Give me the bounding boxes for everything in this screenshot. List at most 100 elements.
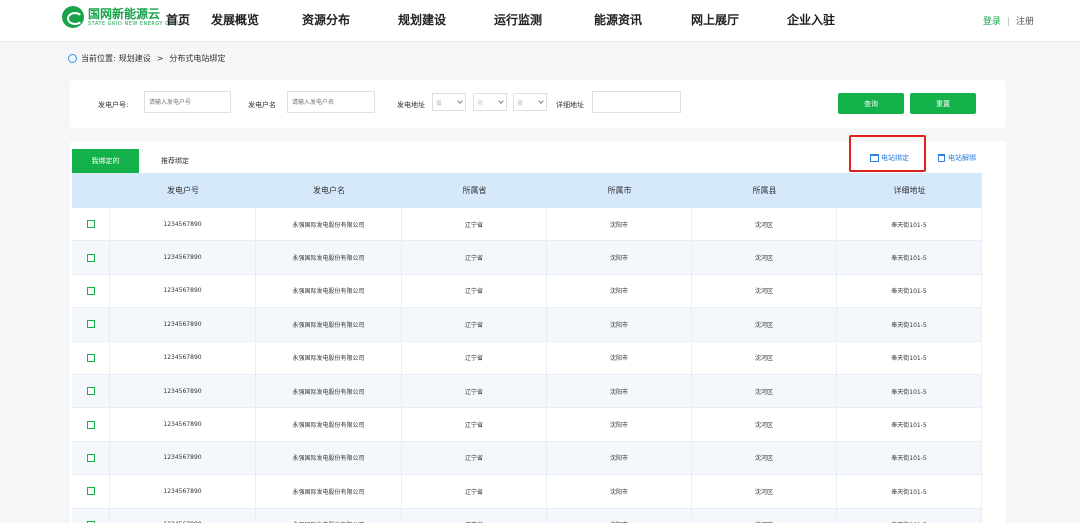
account-name-input[interactable] xyxy=(287,91,375,113)
row-checkbox[interactable] xyxy=(86,286,95,295)
row-checkbox[interactable] xyxy=(86,320,95,329)
account-name-label: 发电户名 xyxy=(248,101,276,109)
cell-city: 沈阳市 xyxy=(547,508,692,523)
cell-account-no: 1234567890 xyxy=(110,508,256,523)
register-link[interactable]: 注册 xyxy=(1016,17,1034,27)
cell-account-name: 永强国际发电股份有限公司 xyxy=(256,408,402,441)
cell-account-no: 1234567890 xyxy=(110,241,256,274)
bind-station-label: 电站绑定 xyxy=(881,154,909,162)
row-checkbox[interactable] xyxy=(86,353,95,362)
tab-bound[interactable]: 我绑定的 xyxy=(72,149,139,173)
table-row[interactable]: 1234567890永强国际发电股份有限公司辽宁省沈阳市沈河区奉天街101-5 xyxy=(72,308,982,342)
table-row[interactable]: 1234567890永强国际发电股份有限公司辽宁省沈阳市沈河区奉天街101-5 xyxy=(72,341,982,375)
cell-detail-address: 奉天街101-5 xyxy=(837,241,982,274)
nav-resources[interactable]: 资源分布 xyxy=(302,11,350,28)
cell-province: 辽宁省 xyxy=(402,208,547,241)
cell-city: 沈阳市 xyxy=(547,441,692,475)
cell-account-name: 永强国际发电股份有限公司 xyxy=(256,274,402,308)
auth-links: 登录 | 注册 xyxy=(983,14,1034,27)
row-checkbox[interactable] xyxy=(86,420,95,429)
cell-account-no: 1234567890 xyxy=(110,308,256,341)
nav-news[interactable]: 能源资讯 xyxy=(594,11,642,28)
county-select[interactable]: 县 xyxy=(513,93,547,111)
calendar-icon xyxy=(870,154,879,162)
detail-address-input[interactable] xyxy=(592,91,681,113)
cell-account-name: 永强国际发电股份有限公司 xyxy=(256,208,402,241)
cell-city: 沈阳市 xyxy=(547,341,692,374)
logo-icon xyxy=(62,6,84,28)
unbind-station-button[interactable]: 电站解绑 xyxy=(938,153,976,163)
city-placeholder: 市 xyxy=(477,99,484,107)
checkbox-cell xyxy=(72,475,110,508)
row-checkbox[interactable] xyxy=(86,487,95,496)
checkbox-cell xyxy=(72,274,110,308)
cell-province: 辽宁省 xyxy=(402,341,547,374)
nav-overview[interactable]: 发展概览 xyxy=(211,11,259,28)
cell-detail-address: 奉天街101-5 xyxy=(837,508,982,523)
header-account-name: 发电户名 xyxy=(313,186,345,195)
checkbox-cell xyxy=(72,308,110,341)
cell-account-no: 1234567890 xyxy=(110,408,256,441)
trash-icon xyxy=(938,154,945,162)
table-header: 发电户号 发电户名 所属省 所属市 所属县 详细地址 xyxy=(72,173,982,208)
query-button[interactable]: 查询 xyxy=(838,93,904,114)
header-city: 所属市 xyxy=(607,186,632,195)
tab-recommended[interactable]: 推荐绑定 xyxy=(150,149,200,173)
province-select[interactable]: 省 xyxy=(432,93,466,111)
cell-account-no: 1234567890 xyxy=(110,374,256,408)
auth-separator: | xyxy=(1006,17,1010,27)
row-checkbox[interactable] xyxy=(86,220,95,229)
breadcrumb-arrow: > xyxy=(156,54,164,63)
bind-station-button[interactable]: 电站绑定 xyxy=(870,153,909,163)
cell-account-name: 永强国际发电股份有限公司 xyxy=(256,475,402,508)
cell-province: 辽宁省 xyxy=(402,274,547,308)
row-checkbox[interactable] xyxy=(86,253,95,262)
top-header: 国网新能源云 STATE GRID NEW ENERGY CLOUD 首页 发展… xyxy=(0,0,1080,42)
nav-home[interactable]: 首页 xyxy=(166,11,190,28)
cell-province: 辽宁省 xyxy=(402,241,547,274)
county-placeholder: 县 xyxy=(517,99,524,107)
table-row[interactable]: 1234567890永强国际发电股份有限公司辽宁省沈阳市沈河区奉天街101-5 xyxy=(72,408,982,442)
cell-account-no: 1234567890 xyxy=(110,475,256,508)
cell-detail-address: 奉天街101-5 xyxy=(837,441,982,475)
cell-account-name: 永强国际发电股份有限公司 xyxy=(256,374,402,408)
login-link[interactable]: 登录 xyxy=(983,17,1001,27)
unbind-station-label: 电站解绑 xyxy=(948,154,976,162)
nav-planning[interactable]: 规划建设 xyxy=(398,11,446,28)
row-checkbox[interactable] xyxy=(86,453,95,462)
table-row[interactable]: 1234567890永强国际发电股份有限公司辽宁省沈阳市沈河区奉天街101-5 xyxy=(72,508,982,523)
nav-enterprise[interactable]: 企业入驻 xyxy=(787,11,835,28)
chevron-down-icon xyxy=(457,98,463,104)
detail-address-label: 详细地址 xyxy=(556,101,584,109)
nav-exhibition[interactable]: 网上展厅 xyxy=(691,11,739,28)
cell-county: 沈河区 xyxy=(692,308,837,341)
cell-detail-address: 奉天街101-5 xyxy=(837,475,982,508)
table-row[interactable]: 1234567890永强国际发电股份有限公司辽宁省沈阳市沈河区奉天街101-5 xyxy=(72,274,982,309)
nav-monitoring[interactable]: 运行监测 xyxy=(494,11,542,28)
city-select[interactable]: 市 xyxy=(473,93,507,111)
cell-county: 沈河区 xyxy=(692,341,837,374)
breadcrumb-planning[interactable]: 规划建设 xyxy=(119,53,151,64)
table-row[interactable]: 1234567890永强国际发电股份有限公司辽宁省沈阳市沈河区奉天街101-5 xyxy=(72,374,982,409)
table-row[interactable]: 1234567890永强国际发电股份有限公司辽宁省沈阳市沈河区奉天街101-5 xyxy=(72,475,982,509)
cell-city: 沈阳市 xyxy=(547,374,692,408)
table-row[interactable]: 1234567890永强国际发电股份有限公司辽宁省沈阳市沈河区奉天街101-5 xyxy=(72,208,982,242)
cell-detail-address: 奉天街101-5 xyxy=(837,408,982,441)
checkbox-cell xyxy=(72,374,110,408)
cell-province: 辽宁省 xyxy=(402,374,547,408)
location-pin-icon xyxy=(68,54,77,63)
table-row[interactable]: 1234567890永强国际发电股份有限公司辽宁省沈阳市沈河区奉天街101-5 xyxy=(72,441,982,476)
cell-detail-address: 奉天街101-5 xyxy=(837,208,982,241)
table-row[interactable]: 1234567890永强国际发电股份有限公司辽宁省沈阳市沈河区奉天街101-5 xyxy=(72,241,982,275)
row-checkbox[interactable] xyxy=(86,387,95,396)
cell-province: 辽宁省 xyxy=(402,408,547,441)
cell-city: 沈阳市 xyxy=(547,208,692,241)
chevron-down-icon xyxy=(538,98,544,104)
header-account-no: 发电户号 xyxy=(167,186,199,195)
reset-button[interactable]: 重置 xyxy=(910,93,976,114)
cell-detail-address: 奉天街101-5 xyxy=(837,374,982,408)
cell-county: 沈河区 xyxy=(692,274,837,308)
cell-account-no: 1234567890 xyxy=(110,341,256,374)
breadcrumb: 当前位置: 规划建设 > 分布式电站绑定 xyxy=(68,53,228,64)
account-no-input[interactable] xyxy=(144,91,231,113)
